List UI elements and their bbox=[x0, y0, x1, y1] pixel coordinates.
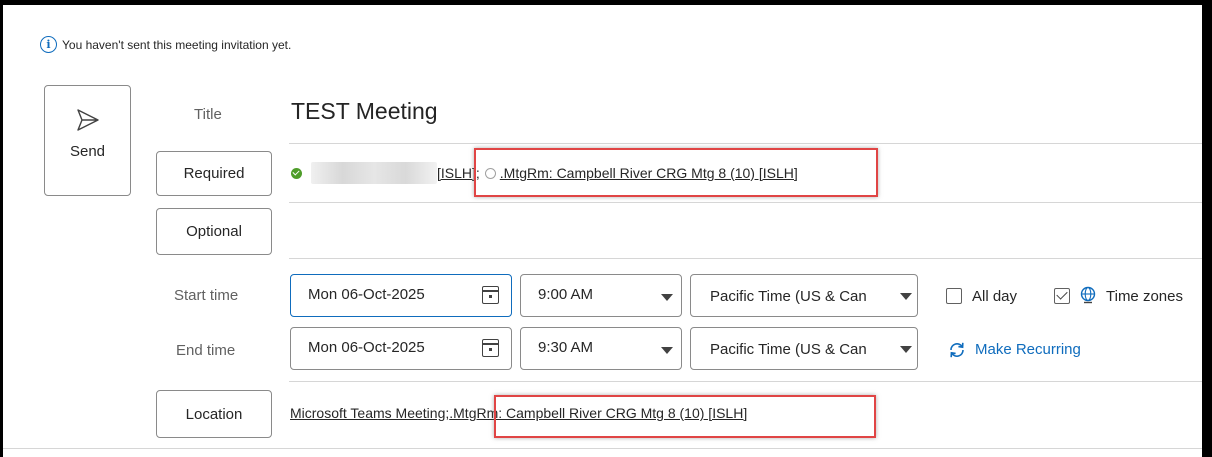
title-divider bbox=[289, 143, 1202, 144]
info-icon: i bbox=[40, 36, 57, 53]
end-date-value: Mon 06-Oct-2025 bbox=[308, 339, 425, 356]
start-date-picker[interactable]: Mon 06-Oct-2025 bbox=[290, 274, 512, 317]
start-time-select[interactable]: 9:00 AM bbox=[520, 274, 682, 317]
optional-button[interactable]: Optional bbox=[156, 208, 272, 255]
calendar-icon[interactable] bbox=[482, 339, 499, 357]
send-button[interactable]: Send bbox=[44, 85, 131, 196]
highlight-box-location-room bbox=[494, 395, 876, 438]
window-frame-left bbox=[0, 0, 3, 457]
end-time-label: End time bbox=[176, 342, 236, 359]
window-frame-top bbox=[0, 0, 1212, 5]
time-zones-checkbox[interactable] bbox=[1054, 288, 1070, 304]
attendee-1[interactable]: [ISLH] bbox=[437, 165, 476, 181]
all-day-checkbox[interactable] bbox=[946, 288, 962, 304]
time-zones-label: Time zones bbox=[1106, 288, 1183, 305]
make-recurring-link[interactable]: Make Recurring bbox=[975, 341, 1081, 358]
start-date-value: Mon 06-Oct-2025 bbox=[308, 286, 425, 303]
start-timezone-select[interactable]: Pacific Time (US & Can bbox=[690, 274, 918, 317]
location-teams-link[interactable]: Microsoft Teams Meeting bbox=[290, 405, 445, 421]
time-divider bbox=[289, 381, 1202, 382]
chevron-down-icon bbox=[661, 294, 673, 301]
title-input[interactable]: TEST Meeting bbox=[291, 98, 438, 125]
bottom-divider bbox=[3, 448, 1202, 449]
end-date-picker[interactable]: Mon 06-Oct-2025 bbox=[290, 327, 512, 370]
start-time-label: Start time bbox=[174, 287, 239, 304]
end-timezone-value: Pacific Time (US & Can bbox=[710, 341, 867, 358]
recurring-icon[interactable] bbox=[948, 341, 966, 359]
calendar-icon[interactable] bbox=[482, 286, 499, 304]
info-bar: i You haven't sent this meeting invitati… bbox=[40, 36, 291, 53]
required-button[interactable]: Required bbox=[156, 151, 272, 196]
accepted-status-icon bbox=[291, 167, 302, 179]
globe-icon bbox=[1080, 286, 1096, 304]
chevron-down-icon bbox=[661, 347, 673, 354]
all-day-label: All day bbox=[972, 288, 1018, 305]
end-time-value: 9:30 AM bbox=[538, 339, 594, 356]
required-divider bbox=[289, 202, 1202, 203]
end-time-select[interactable]: 9:30 AM bbox=[520, 327, 682, 370]
send-label: Send bbox=[69, 143, 106, 160]
start-time-value: 9:00 AM bbox=[538, 286, 594, 303]
info-message: You haven't sent this meeting invitation… bbox=[62, 37, 292, 52]
location-button[interactable]: Location bbox=[156, 390, 272, 438]
highlight-box-required-room bbox=[474, 148, 878, 197]
optional-divider bbox=[289, 258, 1202, 259]
window-frame-right bbox=[1202, 0, 1212, 457]
blurred-attendee-name bbox=[311, 162, 437, 184]
chevron-down-icon bbox=[900, 293, 912, 300]
end-timezone-select[interactable]: Pacific Time (US & Can bbox=[690, 327, 918, 370]
start-timezone-value: Pacific Time (US & Can bbox=[710, 288, 867, 305]
title-label: Title bbox=[194, 106, 222, 123]
chevron-down-icon bbox=[900, 346, 912, 353]
send-icon bbox=[76, 109, 99, 131]
